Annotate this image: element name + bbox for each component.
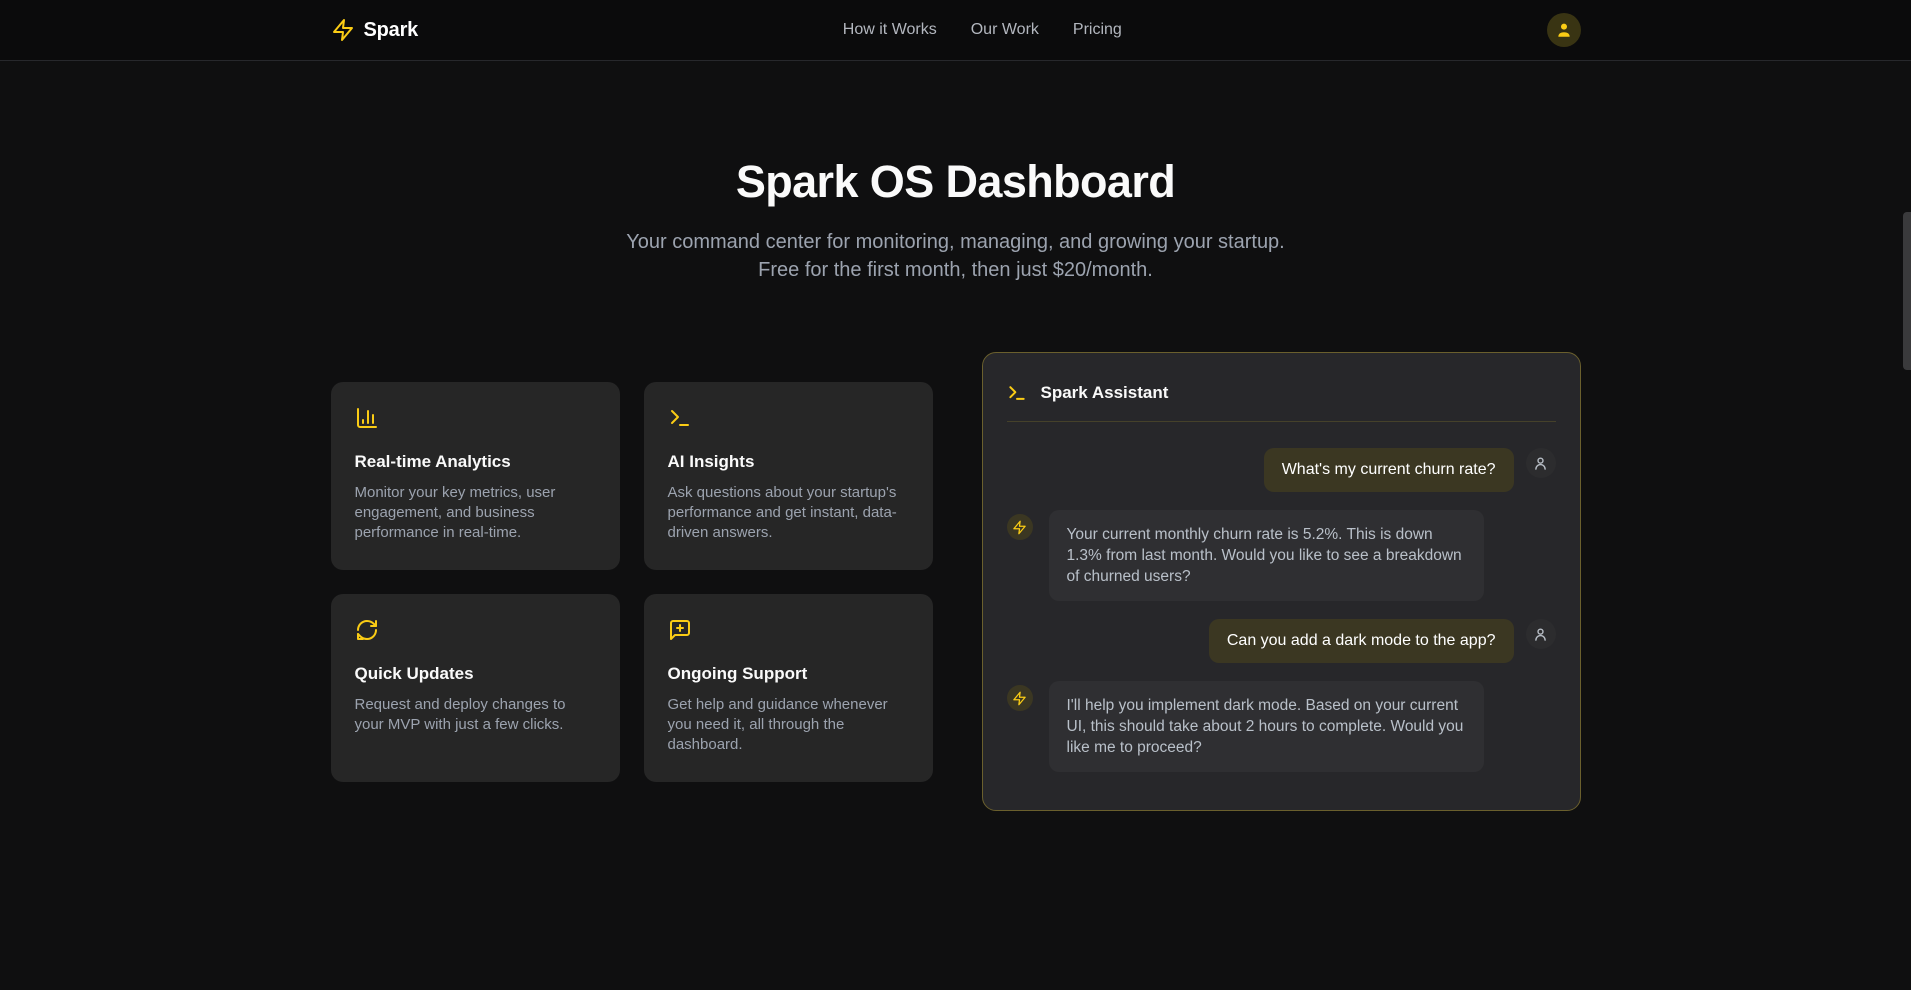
user-avatar [1526,619,1556,649]
zap-icon [1012,691,1027,706]
feature-title: AI Insights [668,452,909,472]
feature-title: Ongoing Support [668,664,909,684]
nav-link-how-it-works[interactable]: How it Works [843,21,937,39]
chat-message-user: What's my current churn rate? [1007,448,1556,492]
page-title: Spark OS Dashboard [0,156,1911,208]
brand-logo[interactable]: Spark [331,18,419,42]
feature-card-quick-updates: Quick Updates Request and deploy changes… [331,594,620,782]
user-icon [1532,455,1549,472]
chat-message-assistant: Your current monthly churn rate is 5.2%.… [1007,510,1556,601]
feature-title: Quick Updates [355,664,596,684]
zap-icon [331,18,355,42]
message-list: What's my current churn rate? Your curre… [1007,448,1556,786]
account-avatar-button[interactable] [1547,13,1581,47]
assistant-panel-title: Spark Assistant [1041,383,1169,403]
feature-description: Monitor your key metrics, user engagemen… [355,483,596,543]
nav-link-our-work[interactable]: Our Work [971,21,1039,39]
terminal-icon [668,406,909,430]
message-square-plus-icon [668,618,909,642]
assistant-avatar [1007,514,1033,540]
feature-description: Request and deploy changes to your MVP w… [355,695,596,735]
assistant-message-bubble: Your current monthly churn rate is 5.2%.… [1049,510,1484,601]
chat-message-assistant: I'll help you implement dark mode. Based… [1007,681,1556,772]
user-message-bubble: What's my current churn rate? [1264,448,1514,492]
page-scrollbar-thumb[interactable] [1903,212,1911,370]
feature-grid: Real-time Analytics Monitor your key met… [331,382,933,782]
nav-link-pricing[interactable]: Pricing [1073,21,1122,39]
feature-description: Get help and guidance whenever you need … [668,695,909,755]
user-message-bubble: Can you add a dark mode to the app? [1209,619,1514,663]
assistant-panel-header: Spark Assistant [1007,377,1556,422]
brand-name: Spark [364,19,419,42]
assistant-message-bubble: I'll help you implement dark mode. Based… [1049,681,1484,772]
chat-message-user: Can you add a dark mode to the app? [1007,619,1556,663]
navbar-inner: Spark How it Works Our Work Pricing [331,13,1581,47]
refresh-icon [355,618,596,642]
user-avatar [1526,448,1556,478]
spark-assistant-panel: Spark Assistant What's my current churn … [982,352,1581,811]
main-content: Real-time Analytics Monitor your key met… [331,352,1581,811]
feature-card-real-time-analytics: Real-time Analytics Monitor your key met… [331,382,620,570]
terminal-icon [1007,383,1027,403]
nav-links: How it Works Our Work Pricing [843,21,1122,39]
feature-card-ai-insights: AI Insights Ask questions about your sta… [644,382,933,570]
user-icon [1555,21,1573,39]
user-icon [1532,626,1549,643]
hero-section: Spark OS Dashboard Your command center f… [0,61,1911,284]
feature-description: Ask questions about your startup's perfo… [668,483,909,543]
feature-title: Real-time Analytics [355,452,596,472]
feature-card-ongoing-support: Ongoing Support Get help and guidance wh… [644,594,933,782]
chart-column-icon [355,406,596,430]
navbar: Spark How it Works Our Work Pricing [0,0,1911,61]
zap-icon [1012,520,1027,535]
page-subtitle: Your command center for monitoring, mana… [606,228,1306,284]
assistant-avatar [1007,685,1033,711]
